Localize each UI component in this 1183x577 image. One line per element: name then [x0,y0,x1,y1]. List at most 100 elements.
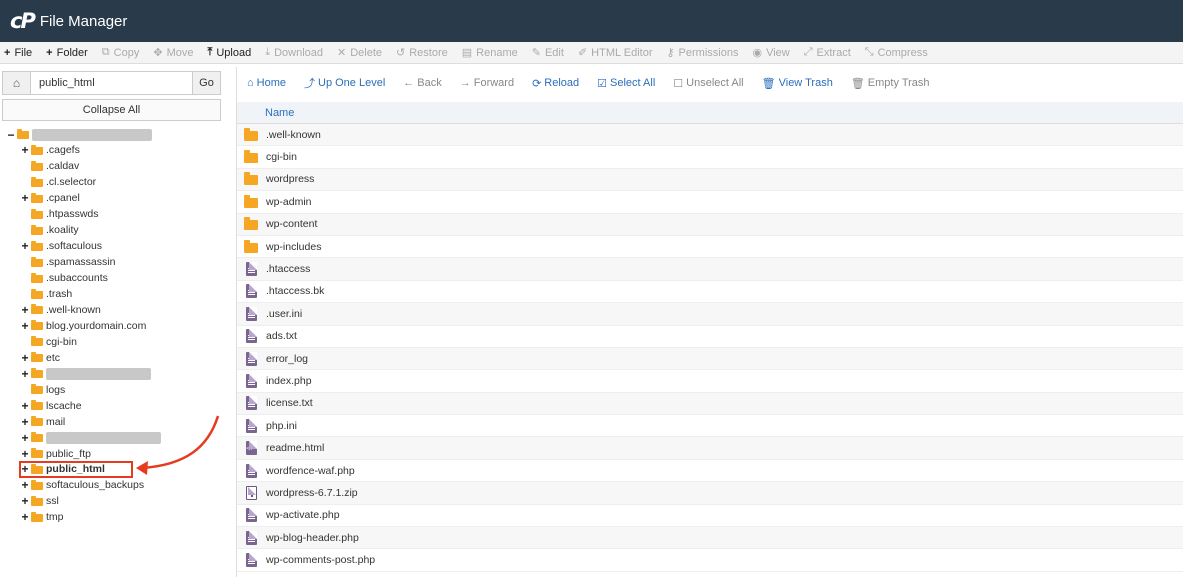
file-icon [237,553,265,568]
folder-icon [31,160,43,171]
tree-item[interactable]: + .cpanel [20,191,79,206]
toolbar-delete-button[interactable]: ✕ Delete [337,46,382,60]
nav-forward-button[interactable]: → Forward [460,77,514,89]
table-row[interactable]: license.txt [237,392,1183,416]
tree-item[interactable]: + mail [20,414,65,429]
table-row[interactable]: readme.html [237,437,1183,460]
tree-item[interactable]: .caldav [20,159,79,174]
expand-icon[interactable]: + [20,191,30,205]
table-row[interactable]: .htaccess [237,258,1183,281]
expand-icon[interactable]: + [20,447,30,461]
table-row[interactable]: wp-comments-post.php [237,549,1183,572]
tree-item[interactable]: logs [20,382,65,397]
table-row[interactable]: wp-blog-header.php [237,527,1183,550]
folder-icon [31,176,43,187]
column-header-name[interactable]: Name [265,107,294,119]
table-row[interactable]: wp-admin [237,191,1183,214]
nav-unselect-all-button[interactable]: ☐ Unselect All [673,77,743,90]
table-row[interactable]: wordfence-waf.php [237,460,1183,483]
expand-icon[interactable]: + [20,415,30,429]
toolbar-html-editor-button[interactable]: ✐ HTML Editor [577,46,653,60]
table-row[interactable]: index.php [237,370,1183,393]
nav-back-button[interactable]: ← Back [403,77,441,89]
tree-item[interactable]: .koality [20,223,79,238]
toolbar-rename-button[interactable]: ▤ Rename [462,46,518,60]
home-directory-button[interactable]: ⌂ [3,72,31,94]
expand-icon[interactable]: + [20,510,30,524]
toolbar-restore-button[interactable]: ↺ Restore [396,46,448,60]
expand-icon[interactable]: + [20,351,30,365]
table-row[interactable]: wp-content [237,213,1183,236]
tree-item-label: blog.yourdomain.com [46,319,147,332]
toolbar-upload-button[interactable]: ⤒ Upload [207,46,251,59]
toolbar-edit-button[interactable]: ✎ Edit [532,46,564,60]
table-row[interactable]: .well-known [237,124,1183,147]
toolbar-move-button[interactable]: ✥ Move [153,46,193,60]
nav-home-button[interactable]: ⌂ Home [247,77,286,89]
tree-item[interactable]: + [20,366,151,381]
expand-icon[interactable]: + [20,143,30,157]
folder-icon [237,127,265,141]
tree-item[interactable]: + tmp [20,510,63,525]
nav-select-all-button[interactable]: ☑ Select All [597,77,655,90]
tree-item[interactable]: + lscache [20,398,81,413]
tree-item[interactable]: + public_ftp [20,446,90,461]
cpanel-logo[interactable]: cP [10,9,36,33]
redacted-label [46,367,151,380]
expand-icon[interactable]: + [20,367,30,381]
toolbar-extract-button[interactable]: ⤢ Extract [804,46,851,59]
delete-icon: ✕ [337,47,347,59]
toolbar-plus-button[interactable]: + File [4,47,32,59]
nav-reload-button[interactable]: ⟳ Reload [532,77,579,90]
expand-icon[interactable]: + [20,478,30,492]
toolbar-view-button[interactable]: ◉ View [752,46,789,60]
collapse-all-button[interactable]: Collapse All [2,99,221,121]
nav-up-level-button[interactable]: ⤴ Up One Level [304,75,385,91]
table-row[interactable]: wordpress [237,168,1183,192]
table-row[interactable]: wp-includes [237,236,1183,259]
tree-item[interactable]: .cl.selector [20,175,96,190]
expand-icon[interactable]: + [20,239,30,253]
tree-item[interactable]: .spamassassin [20,255,115,270]
tree-item[interactable]: + .well-known [20,302,100,317]
tree-item[interactable]: − [6,127,152,142]
tree-item[interactable]: .trash [20,287,72,302]
table-row[interactable]: cgi-bin [237,146,1183,169]
tree-item[interactable]: + ssl [20,494,58,509]
table-row[interactable]: php.ini [237,415,1183,438]
tree-item[interactable]: .subaccounts [20,271,108,286]
toolbar-permissions-button[interactable]: ⚷ Permissions [666,46,738,60]
expand-icon[interactable]: + [20,494,30,508]
toolbar-download-button[interactable]: ⤓ Download [265,46,323,59]
tree-item[interactable]: + [20,430,161,445]
tree-item[interactable]: + .cagefs [20,143,79,158]
table-row[interactable]: .htaccess.bk [237,281,1183,304]
tree-item[interactable]: + softaculous_backups [20,478,144,493]
nav-label: Up One Level [318,77,386,89]
table-row[interactable]: error_log [237,347,1183,371]
tree-item[interactable]: + etc [20,350,60,365]
table-row[interactable]: ads.txt [237,326,1183,348]
go-button[interactable]: Go [192,72,220,94]
file-name: wp-comments-post.php [266,554,376,567]
expand-icon[interactable]: + [20,399,30,413]
expand-icon[interactable]: + [20,431,30,445]
expand-icon[interactable]: + [20,303,30,317]
toolbar-compress-button[interactable]: ⤡ Compress [865,46,928,59]
expand-icon[interactable]: + [20,319,30,333]
tree-item[interactable]: + .softaculous [20,239,102,254]
table-row[interactable]: .user.ini [237,303,1183,326]
nav-empty-trash-button[interactable]: 🗑 Empty Trash [851,77,930,90]
path-input[interactable] [31,72,192,94]
tree-item[interactable]: cgi-bin [20,334,77,349]
collapse-icon[interactable]: − [6,128,16,142]
toolbar-copy-button[interactable]: ⧉ Copy [102,46,140,59]
tree-item[interactable]: .htpasswds [20,207,99,222]
nav-trash-button[interactable]: 🗑 View Trash [762,77,833,90]
table-row[interactable]: wp-activate.php [237,505,1183,528]
tree-item[interactable]: + blog.yourdomain.com [20,318,146,333]
html-editor-icon: ✐ [577,47,588,59]
folder-icon [31,336,43,347]
table-row[interactable]: wordpress-6.7.1.zip [237,482,1183,505]
toolbar-plus-button[interactable]: + Folder [46,47,88,59]
